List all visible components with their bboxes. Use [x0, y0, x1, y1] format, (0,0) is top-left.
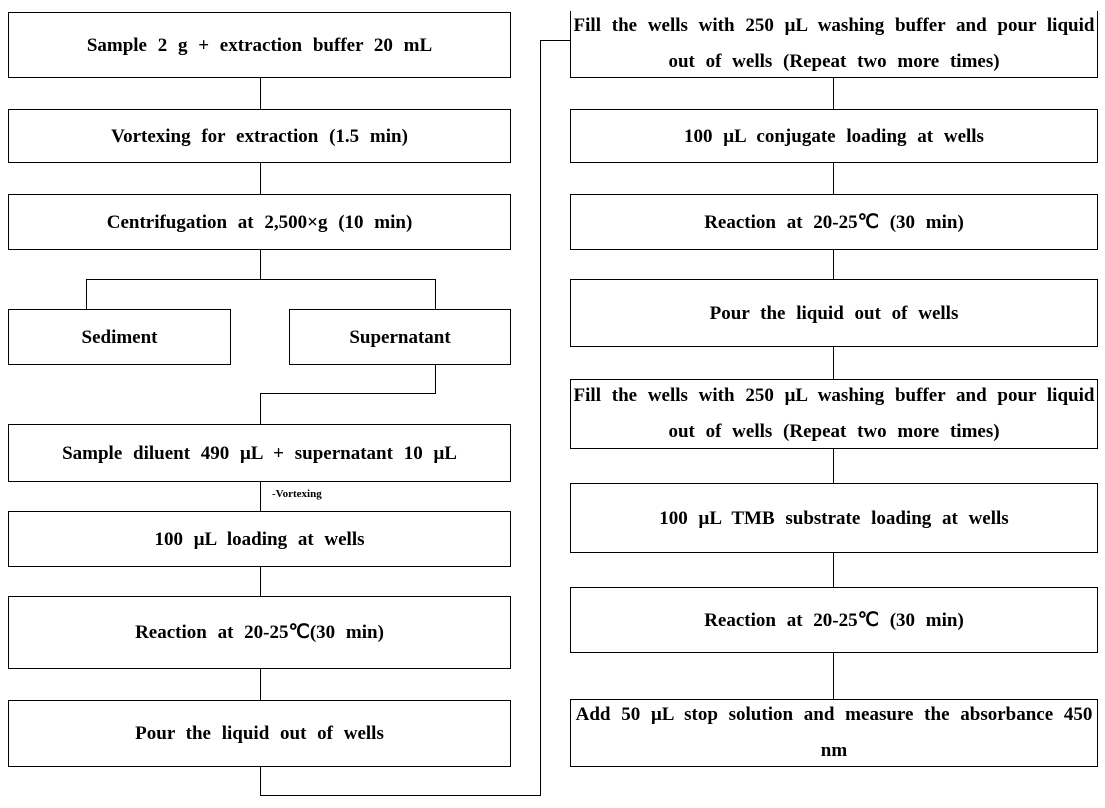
connector [260, 567, 261, 596]
step-vortexing: Vortexing for extraction (1.5 min) [8, 109, 511, 163]
step-conjugate: 100 μL conjugate loading at wells [570, 109, 1098, 163]
elisa-flowchart: Sample 2 g + extraction buffer 20 mL Vor… [0, 0, 1105, 808]
connector [833, 347, 834, 379]
supernatant-box: Supernatant [289, 309, 511, 365]
connector [260, 482, 261, 511]
step-loading: 100 μL loading at wells [8, 511, 511, 567]
step-wash-1: Fill the wells with 250 μL washing buffe… [570, 11, 1098, 78]
step-tmb: 100 μL TMB substrate loading at wells [570, 483, 1098, 553]
connector [833, 78, 834, 109]
connector [833, 553, 834, 587]
step-reaction-3: Reaction at 20-25℃ (30 min) [570, 587, 1098, 653]
connector [833, 250, 834, 279]
step-stop-measure: Add 50 μL stop solution and measure the … [570, 699, 1098, 767]
step-reaction-2: Reaction at 20-25℃ (30 min) [570, 194, 1098, 250]
step-sample-diluent: Sample diluent 490 μL + supernatant 10 μ… [8, 424, 511, 482]
connector [260, 250, 261, 279]
connector [435, 279, 436, 309]
step-reaction: Reaction at 20-25℃(30 min) [8, 596, 511, 669]
step-pour-2: Pour the liquid out of wells [570, 279, 1098, 347]
connector [260, 393, 436, 394]
connector [260, 78, 261, 109]
connector [86, 279, 87, 309]
connector [260, 393, 261, 424]
connector [435, 365, 436, 394]
sediment-box: Sediment [8, 309, 231, 365]
connector [540, 40, 570, 41]
step-centrifugation: Centrifugation at 2,500×g (10 min) [8, 194, 511, 250]
connector [540, 40, 541, 796]
step-sample-extraction: Sample 2 g + extraction buffer 20 mL [8, 12, 511, 78]
connector [260, 669, 261, 700]
connector [86, 279, 436, 280]
connector [833, 449, 834, 483]
vortexing-note: -Vortexing [272, 488, 322, 500]
step-pour: Pour the liquid out of wells [8, 700, 511, 767]
connector [260, 795, 541, 796]
connector [833, 653, 834, 699]
connector [260, 767, 261, 795]
connector [260, 163, 261, 194]
connector [833, 163, 834, 194]
step-wash-2: Fill the wells with 250 μL washing buffe… [570, 379, 1098, 449]
